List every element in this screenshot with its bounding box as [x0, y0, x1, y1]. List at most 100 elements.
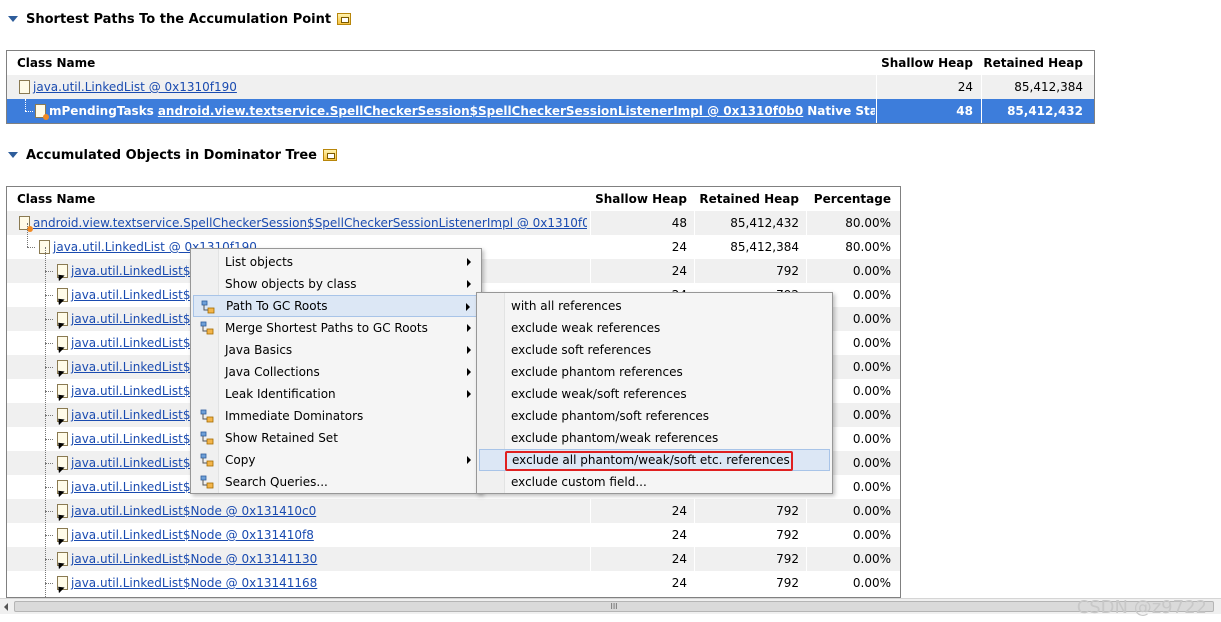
- root-type: Native Stack: [807, 104, 875, 118]
- column-shallow-heap[interactable]: Shallow Heap: [591, 187, 695, 211]
- gc-root-object-icon: [19, 216, 33, 232]
- submenu-arrow-icon: [467, 280, 471, 288]
- object-link[interactable]: java.util.LinkedList @ 0x1310f190: [33, 80, 237, 94]
- object-link[interactable]: java.util.LinkedList$Node @ 0x131410c0: [71, 504, 316, 518]
- menu-item-label: exclude phantom references: [511, 365, 683, 379]
- menu-item-merge-shortest-paths-to-gc-roots[interactable]: Merge Shortest Paths to GC Roots: [193, 317, 479, 339]
- table-header-row: Class Name Shallow Heap Retained Heap Pe…: [7, 187, 900, 211]
- object-link[interactable]: android.view.textservice.SpellCheckerSes…: [158, 104, 803, 118]
- tree-path-icon: [200, 299, 216, 315]
- search-queries-icon: [199, 474, 215, 490]
- table-row[interactable]: android.view.textservice.SpellCheckerSes…: [7, 211, 900, 235]
- object-icon: [19, 80, 30, 94]
- menu-item-immediate-dominators[interactable]: Immediate Dominators: [193, 405, 479, 427]
- menu-item-show-retained-set[interactable]: Show Retained Set: [193, 427, 479, 449]
- table-row[interactable]: java.util.LinkedList$Node @ 0x13141130 24…: [7, 547, 900, 571]
- submenu-arrow-icon: [467, 346, 471, 354]
- object-link[interactable]: android.view.textservice.SpellCheckerSes…: [33, 216, 587, 230]
- submenu-item-with-all-references[interactable]: with all references: [479, 295, 830, 317]
- object-icon: [57, 360, 68, 374]
- object-icon: [57, 288, 68, 302]
- scroll-thumb[interactable]: III: [14, 601, 1214, 612]
- object-icon: [57, 552, 68, 566]
- retained-heap-value: 792: [776, 552, 799, 566]
- menu-item-label: exclude phantom/soft references: [511, 409, 710, 423]
- menu-item-list-objects[interactable]: List objects: [193, 251, 479, 273]
- submenu-arrow-icon: [467, 324, 471, 332]
- table-row[interactable]: java.util.LinkedList$Node @ 0x131410f8 24…: [7, 523, 900, 547]
- menu-item-java-collections[interactable]: Java Collections: [193, 361, 479, 383]
- column-percentage[interactable]: Percentage: [807, 187, 899, 211]
- object-link[interactable]: java.util.LinkedList$N: [71, 312, 199, 326]
- details-icon[interactable]: [337, 13, 352, 25]
- retained-heap-value: 792: [776, 528, 799, 542]
- menu-item-label: Java Collections: [225, 365, 320, 379]
- retained-heap-value: 792: [776, 504, 799, 518]
- shallow-heap-value: 48: [671, 216, 687, 230]
- object-icon: [57, 264, 68, 278]
- scroll-grip: III: [610, 602, 618, 611]
- object-link[interactable]: java.util.LinkedList$N: [71, 456, 199, 470]
- menu-item-show-objects-by-class[interactable]: Show objects by class: [193, 273, 479, 295]
- menu-item-leak-identification[interactable]: Leak Identification: [193, 383, 479, 405]
- retained-heap-value: 792: [776, 264, 799, 278]
- submenu-arrow-icon: [467, 390, 471, 398]
- submenu-item-exclude-phantom-soft-references[interactable]: exclude phantom/soft references: [479, 405, 830, 427]
- percentage-value: 0.00%: [852, 552, 891, 566]
- retained-heap-value: 792: [776, 576, 799, 590]
- object-icon: [57, 432, 68, 446]
- menu-item-label: exclude soft references: [511, 343, 652, 357]
- shortest-paths-table: Class Name Shallow Heap Retained Heap ja…: [6, 50, 1095, 124]
- menu-item-java-basics[interactable]: Java Basics: [193, 339, 479, 361]
- section-title: Shortest Paths To the Accumulation Point: [26, 11, 332, 27]
- object-link[interactable]: java.util.LinkedList$Node @ 0x13141130: [71, 552, 317, 566]
- scroll-left-arrow-icon[interactable]: [4, 603, 8, 611]
- table-row[interactable]: java.util.LinkedList$Node @ 0x13141168 24…: [7, 571, 900, 595]
- object-icon: [57, 312, 68, 326]
- shallow-heap-value: 24: [671, 576, 687, 590]
- submenu-item-exclude-phantom-weak-references[interactable]: exclude phantom/weak references: [479, 427, 830, 449]
- table-header-row: Class Name Shallow Heap Retained Heap: [7, 51, 1094, 75]
- object-link[interactable]: java.util.LinkedList$N: [71, 264, 199, 278]
- submenu-item-exclude-phantom-references[interactable]: exclude phantom references: [479, 361, 830, 383]
- shallow-heap-value: 24: [671, 504, 687, 518]
- table-row[interactable]: java.util.LinkedList @ 0x1310f190 24 85,…: [7, 75, 1094, 99]
- object-link[interactable]: java.util.LinkedList$N: [71, 432, 199, 446]
- menu-item-label: List objects: [225, 255, 294, 269]
- column-retained-heap[interactable]: Retained Heap: [981, 51, 1091, 75]
- menu-item-copy[interactable]: Copy: [193, 449, 479, 471]
- object-icon: [57, 456, 68, 470]
- object-icon: [57, 504, 68, 518]
- object-link[interactable]: java.util.LinkedList$N: [71, 288, 199, 302]
- section-dominator-tree-header[interactable]: Accumulated Objects in Dominator Tree: [8, 146, 337, 164]
- column-retained-heap[interactable]: Retained Heap: [695, 187, 807, 211]
- retained-heap-value: 85,412,384: [730, 240, 799, 254]
- object-link[interactable]: java.util.LinkedList$N: [71, 336, 199, 350]
- object-link[interactable]: java.util.LinkedList$Node @ 0x13141168: [71, 576, 317, 590]
- section-shortest-paths-header[interactable]: Shortest Paths To the Accumulation Point: [8, 10, 352, 28]
- column-class-name[interactable]: Class Name: [17, 51, 877, 75]
- menu-item-search-queries[interactable]: Search Queries...: [193, 471, 479, 493]
- submenu-item-exclude-soft-references[interactable]: exclude soft references: [479, 339, 830, 361]
- column-class-name[interactable]: Class Name: [17, 187, 591, 211]
- collapse-triangle-icon[interactable]: [8, 16, 18, 22]
- horizontal-scrollbar[interactable]: III: [0, 598, 1221, 614]
- table-row[interactable]: java.util.LinkedList$Node @ 0x131410c0 24…: [7, 499, 900, 523]
- collapse-triangle-icon[interactable]: [8, 152, 18, 158]
- submenu-arrow-icon: [467, 258, 471, 266]
- menu-item-path-to-gc-roots[interactable]: Path To GC Roots: [193, 295, 479, 317]
- details-icon[interactable]: [323, 149, 337, 161]
- object-link[interactable]: java.util.LinkedList$Node @ 0x131410f8: [71, 528, 314, 542]
- submenu-arrow-icon: [467, 368, 471, 376]
- object-link[interactable]: java.util.LinkedList$N: [71, 480, 199, 494]
- object-link[interactable]: java.util.LinkedList$N: [71, 360, 199, 374]
- submenu-item-exclude-weak-soft-references[interactable]: exclude weak/soft references: [479, 383, 830, 405]
- table-row-selected[interactable]: mPendingTasks android.view.textservice.S…: [7, 99, 1094, 123]
- object-link[interactable]: java.util.LinkedList$N: [71, 384, 199, 398]
- object-link[interactable]: java.util.LinkedList$N: [71, 408, 199, 422]
- merge-paths-icon: [199, 320, 215, 336]
- submenu-item-exclude-weak-references[interactable]: exclude weak references: [479, 317, 830, 339]
- shallow-heap-value: 24: [957, 80, 973, 94]
- column-shallow-heap[interactable]: Shallow Heap: [877, 51, 981, 75]
- submenu-item-exclude-custom-field[interactable]: exclude custom field...: [479, 471, 830, 493]
